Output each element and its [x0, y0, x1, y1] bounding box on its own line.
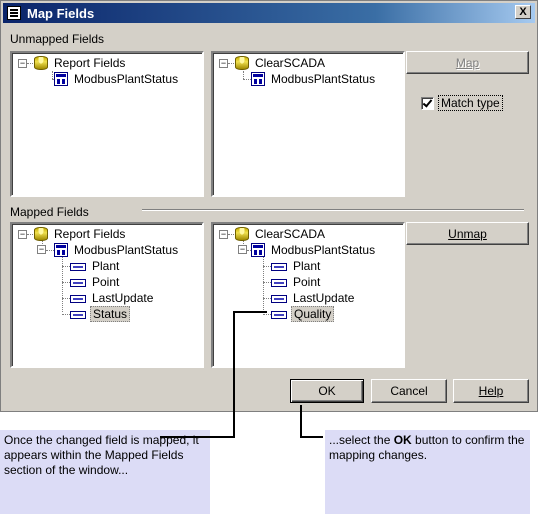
table-icon	[54, 243, 68, 257]
match-type-checkbox[interactable]	[421, 96, 434, 110]
leader-line	[233, 311, 267, 313]
table-icon	[54, 72, 68, 86]
unmapped-report-fields-tree[interactable]: − Report Fields ModbusPlantStatus	[10, 51, 204, 197]
map-fields-dialog: Map Fields X Unmapped Fields − Report Fi…	[0, 0, 538, 412]
field-icon	[70, 295, 86, 303]
table-icon	[251, 72, 265, 86]
mapped-clearscada-tree[interactable]: − − ClearSCADA ModbusPlantStatus Plant P…	[211, 222, 405, 368]
field-icon	[271, 295, 287, 303]
field-icon	[70, 279, 86, 287]
tree-node-field[interactable]: Point	[271, 274, 322, 290]
tree-node-modbusplantstatus[interactable]: ModbusPlantStatus	[54, 242, 180, 258]
tree-node-modbusplantstatus[interactable]: ModbusPlantStatus	[54, 71, 180, 87]
unmapped-fields-label: Unmapped Fields	[10, 32, 105, 46]
leader-line	[233, 311, 235, 438]
database-icon	[34, 227, 48, 241]
map-button[interactable]: Map	[406, 51, 529, 74]
tree-node-modbusplantstatus[interactable]: ModbusPlantStatus	[251, 242, 377, 258]
tree-node-field[interactable]: Plant	[70, 258, 121, 274]
collapse-icon[interactable]: −	[238, 245, 247, 254]
field-icon	[271, 263, 287, 271]
tree-node-field[interactable]: Point	[70, 274, 121, 290]
title-bar: Map Fields X	[3, 3, 535, 23]
match-type-label: Match type	[438, 95, 503, 111]
match-type-checkbox-row[interactable]: Match type	[421, 95, 503, 111]
dialog-icon	[7, 6, 21, 20]
callout-ok-button: ...select the OK button to confirm the m…	[325, 430, 530, 514]
database-icon	[235, 56, 249, 70]
tree-node-field[interactable]: Plant	[271, 258, 322, 274]
dialog-title: Map Fields	[27, 5, 95, 21]
field-icon	[70, 263, 86, 271]
tree-node-clearscada[interactable]: ClearSCADA	[235, 226, 327, 242]
collapse-icon[interactable]: −	[18, 230, 27, 239]
leader-line	[300, 436, 323, 438]
field-icon	[271, 279, 287, 287]
ok-button[interactable]: OK	[290, 379, 364, 403]
tree-node-field-selected[interactable]: Quality	[271, 306, 335, 322]
database-icon	[235, 227, 249, 241]
tree-node-field[interactable]: LastUpdate	[70, 290, 155, 306]
tree-node-report-fields[interactable]: Report Fields	[34, 55, 127, 71]
collapse-icon[interactable]: −	[219, 59, 228, 68]
tree-node-modbusplantstatus[interactable]: ModbusPlantStatus	[251, 71, 377, 87]
tree-node-clearscada[interactable]: ClearSCADA	[235, 55, 327, 71]
mapped-report-fields-tree[interactable]: − − Report Fields ModbusPlantStatus Plan…	[10, 222, 204, 368]
tree-node-field-selected[interactable]: Status	[70, 306, 131, 322]
collapse-icon[interactable]: −	[18, 59, 27, 68]
collapse-icon[interactable]: −	[219, 230, 228, 239]
tree-node-field[interactable]: LastUpdate	[271, 290, 356, 306]
callout-mapped-fields: Once the changed field is mapped, it app…	[0, 430, 210, 514]
tree-node-report-fields[interactable]: Report Fields	[34, 226, 127, 242]
section-divider	[142, 209, 524, 211]
database-icon	[34, 56, 48, 70]
field-icon	[70, 311, 86, 319]
mapped-fields-label: Mapped Fields	[10, 205, 89, 219]
cancel-button[interactable]: Cancel	[371, 379, 447, 403]
unmapped-clearscada-tree[interactable]: − ClearSCADA ModbusPlantStatus	[211, 51, 405, 197]
leader-line	[300, 405, 302, 438]
field-icon	[271, 311, 287, 319]
unmap-button[interactable]: Unmap	[406, 222, 529, 245]
table-icon	[251, 243, 265, 257]
leader-line	[160, 436, 235, 438]
help-button[interactable]: Help	[453, 379, 529, 403]
close-button[interactable]: X	[515, 5, 531, 19]
collapse-icon[interactable]: −	[37, 245, 46, 254]
